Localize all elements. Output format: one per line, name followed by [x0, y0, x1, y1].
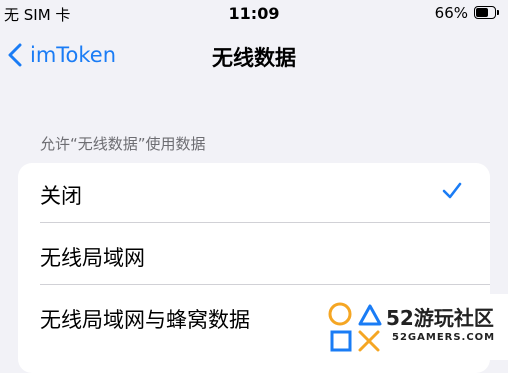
status-bar: 无 SIM 卡 11:09 66%: [0, 0, 508, 28]
option-label: 无线局域网: [40, 246, 145, 270]
status-time: 11:09: [228, 4, 280, 23]
checkmark-icon: [442, 182, 462, 204]
navigation-bar: imToken 无线数据: [0, 30, 508, 80]
row-divider: [40, 284, 490, 285]
option-off[interactable]: 关闭: [18, 163, 490, 223]
watermark-url: 52GAMERS.COM: [392, 332, 496, 343]
option-label: 关闭: [40, 184, 82, 208]
section-header: 允许“无线数据”使用数据: [40, 135, 206, 153]
row-divider: [40, 222, 490, 223]
watermark: 52游玩社区 52GAMERS.COM: [318, 294, 508, 360]
battery-icon: [474, 6, 500, 19]
option-wlan[interactable]: 无线局域网: [18, 225, 490, 285]
watermark-brand: 52游玩社区: [386, 306, 494, 330]
page-title: 无线数据: [212, 46, 296, 70]
battery-level-fill: [476, 8, 488, 17]
option-label: 无线局域网与蜂窝数据: [40, 308, 250, 332]
battery-percentage: 66%: [434, 4, 468, 22]
brand-logo-icon: [328, 302, 382, 352]
